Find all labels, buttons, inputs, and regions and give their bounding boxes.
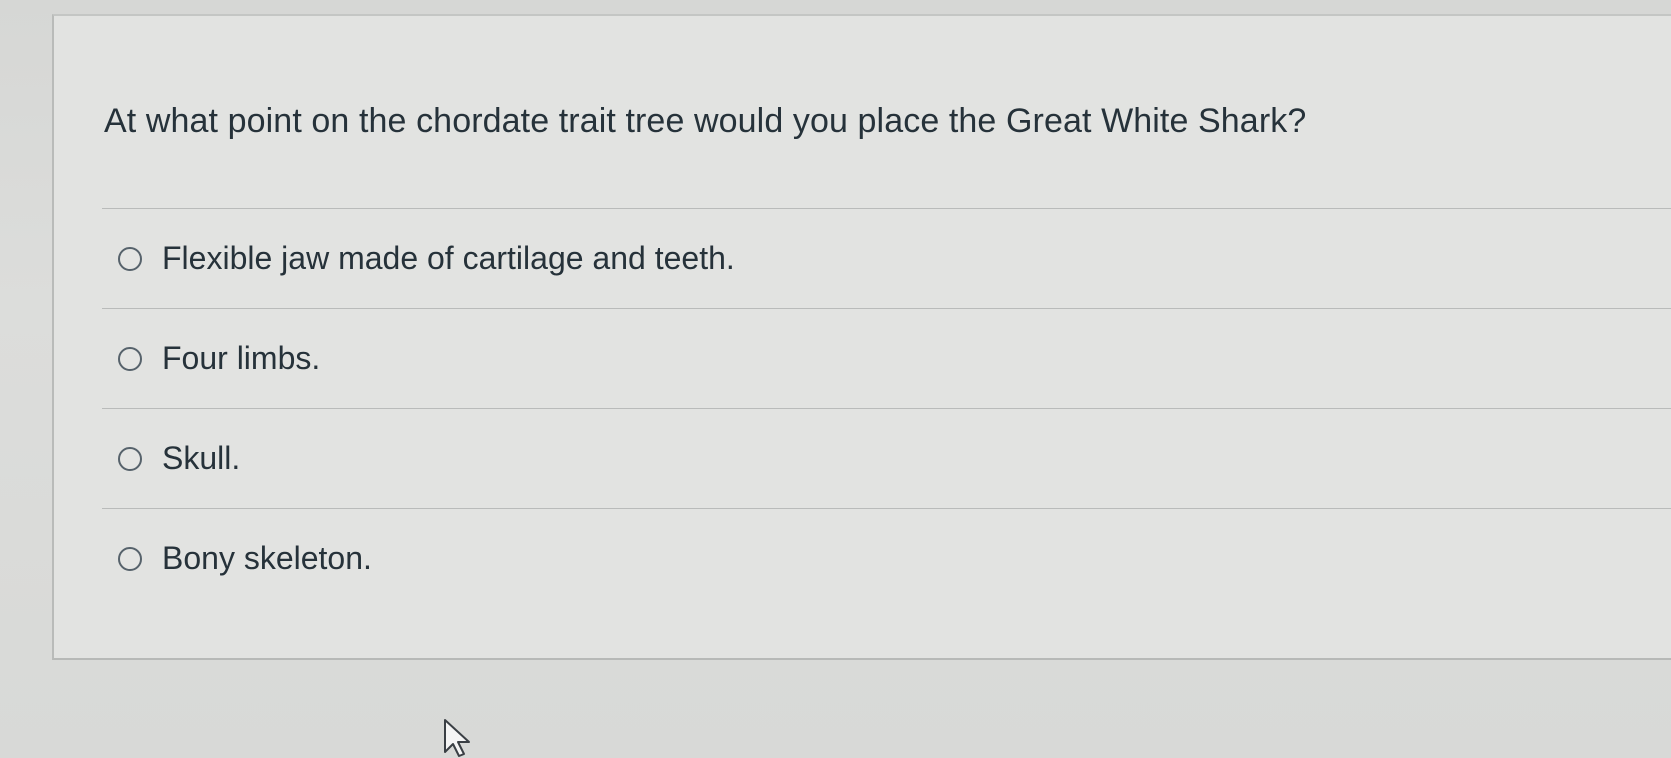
radio-button[interactable]: [118, 246, 142, 271]
answer-option-2[interactable]: Four limbs.: [102, 308, 1671, 408]
answer-label[interactable]: Four limbs.: [162, 340, 320, 377]
answer-option-1[interactable]: Flexible jaw made of cartilage and teeth…: [102, 208, 1671, 308]
radio-button[interactable]: [118, 346, 142, 371]
quiz-screen: At what point on the chordate trait tree…: [0, 0, 1671, 758]
answer-label[interactable]: Flexible jaw made of cartilage and teeth…: [162, 240, 735, 277]
radio-button[interactable]: [118, 546, 142, 571]
answer-option-3[interactable]: Skull.: [102, 408, 1671, 508]
answer-label[interactable]: Skull.: [162, 440, 240, 477]
question-text: At what point on the chordate trait tree…: [104, 102, 1307, 140]
radio-button[interactable]: [118, 446, 142, 471]
answer-label[interactable]: Bony skeleton.: [162, 540, 372, 577]
question-card: At what point on the chordate trait tree…: [52, 14, 1671, 660]
answer-list: Flexible jaw made of cartilage and teeth…: [102, 208, 1671, 608]
arrow-cursor-icon: [444, 719, 470, 757]
answer-option-4[interactable]: Bony skeleton.: [102, 508, 1671, 608]
